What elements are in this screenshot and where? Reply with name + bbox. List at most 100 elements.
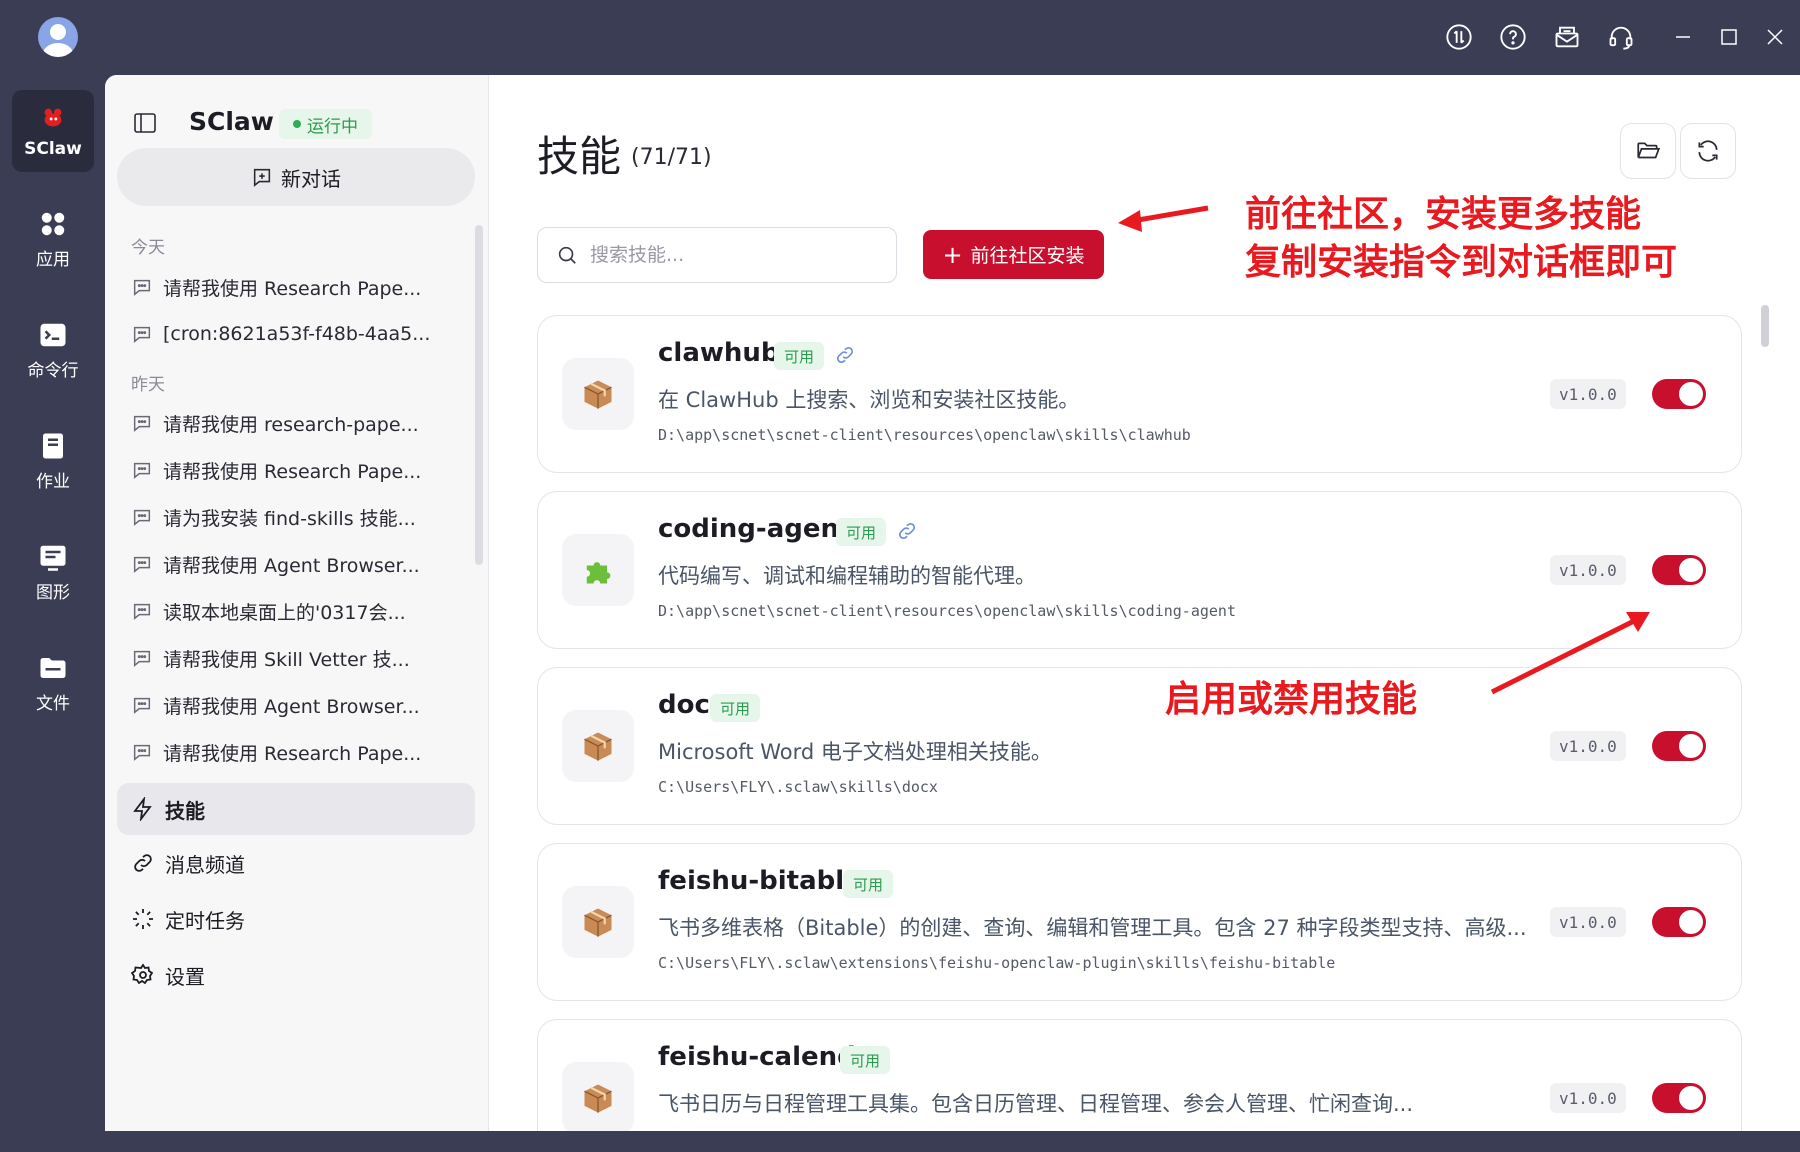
apps-icon bbox=[38, 209, 68, 239]
history-item-label: 请为我安装 find-skills 技能... bbox=[163, 507, 416, 530]
skill-card[interactable]: clawhub 可用在 ClawHub 上搜索、浏览和安装社区技能。 D:\app\… bbox=[537, 315, 1742, 473]
nav-item-settings[interactable]: 设置 bbox=[117, 949, 475, 1001]
nav-label: 消息频道 bbox=[165, 852, 245, 877]
link-icon bbox=[834, 344, 856, 366]
app-rail: SClaw 应用 命令行 作业 图形 文件 bbox=[0, 75, 105, 1152]
skill-card[interactable]: coding-agent 可用 代码编写、调试和编程辅助的智能代理。 D:\app\s… bbox=[537, 491, 1742, 649]
history-item-label: 读取本地桌面上的'0317会... bbox=[163, 601, 406, 624]
folder-open-icon bbox=[1637, 142, 1661, 159]
toggle-knob bbox=[1679, 1086, 1703, 1110]
maximize-button[interactable] bbox=[1714, 22, 1744, 52]
rail-item-jobs[interactable]: 作业 bbox=[12, 420, 94, 502]
package-icon bbox=[584, 380, 612, 409]
rail-item-graphics[interactable]: 图形 bbox=[12, 531, 94, 613]
chat-bubble-icon bbox=[133, 650, 151, 667]
skill-enable-toggle[interactable] bbox=[1652, 555, 1706, 585]
toggle-knob bbox=[1679, 558, 1703, 582]
history-item-label: 请帮我使用 research-pape... bbox=[163, 413, 419, 436]
link-icon bbox=[896, 520, 918, 542]
rail-item-files[interactable]: 文件 bbox=[12, 642, 94, 724]
skill-version: v1.0.0 bbox=[1550, 379, 1626, 409]
skill-enable-toggle[interactable] bbox=[1652, 1083, 1706, 1113]
history-item[interactable]: 请为我安装 find-skills 技能... bbox=[131, 497, 431, 537]
sidebar-scrollbar[interactable] bbox=[475, 225, 483, 565]
history-item[interactable]: 请帮我使用 Research Pape... bbox=[131, 450, 431, 490]
skill-version: v1.0.0 bbox=[1550, 907, 1626, 937]
search-input[interactable] bbox=[590, 244, 870, 266]
skill-status-badge: 可用 bbox=[774, 342, 825, 370]
skill-enable-toggle[interactable] bbox=[1652, 907, 1706, 937]
minimize-button[interactable] bbox=[1668, 22, 1698, 52]
history-item-label: 请帮我使用 Research Pape... bbox=[163, 460, 422, 483]
skill-name: clawhub bbox=[658, 338, 780, 368]
new-chat-icon bbox=[253, 168, 271, 187]
nav-item-skills[interactable]: 技能 bbox=[117, 783, 475, 835]
toggle-knob bbox=[1679, 910, 1703, 934]
package-icon bbox=[584, 1084, 612, 1113]
history-item[interactable]: 请帮我使用 Skill Vetter 技... bbox=[131, 638, 431, 678]
refresh-icon bbox=[1698, 140, 1718, 162]
new-chat-label: 新对话 bbox=[281, 166, 341, 191]
user-avatar[interactable] bbox=[38, 17, 78, 57]
nav-label: 技能 bbox=[165, 798, 205, 823]
chat-bubble-icon bbox=[133, 697, 151, 714]
sidebar-toggle-icon[interactable] bbox=[133, 111, 157, 135]
skill-version: v1.0.0 bbox=[1550, 731, 1626, 761]
skill-description: 飞书日历与日程管理工具集。包含日历管理、日程管理、参会人管理、忙闲查询... bbox=[658, 1092, 1414, 1116]
open-folder-button[interactable] bbox=[1620, 123, 1676, 179]
history-item[interactable]: 请帮我使用 Research Pape... bbox=[131, 732, 431, 772]
history-item-label: 请帮我使用 Agent Browser... bbox=[163, 695, 420, 718]
skill-icon bbox=[562, 710, 634, 782]
main-scrollbar[interactable] bbox=[1761, 305, 1769, 347]
history-item[interactable]: 读取本地桌面上的'0317会... bbox=[131, 591, 431, 631]
plus-icon: + bbox=[942, 240, 963, 269]
package-icon bbox=[584, 732, 612, 761]
mail-icon[interactable] bbox=[1552, 22, 1582, 52]
folder-icon bbox=[38, 653, 68, 683]
skill-card[interactable]: docx 可用 Microsoft Word 电子文档处理相关技能。 C:\Users… bbox=[537, 667, 1742, 825]
rail-label: 应用 bbox=[36, 249, 70, 270]
history-item[interactable]: 请帮我使用 research-pape... bbox=[131, 403, 431, 443]
refresh-button[interactable] bbox=[1680, 123, 1736, 179]
rail-label: 文件 bbox=[36, 693, 70, 714]
sort-icon[interactable] bbox=[1444, 22, 1474, 52]
search-field[interactable] bbox=[537, 227, 897, 283]
gear-icon bbox=[131, 963, 154, 985]
skill-icon bbox=[562, 358, 634, 430]
toggle-knob bbox=[1679, 382, 1703, 406]
skill-enable-toggle[interactable] bbox=[1652, 379, 1706, 409]
new-chat-button[interactable]: 新对话 bbox=[117, 148, 475, 206]
annotation-community-line1: 前往社区，安装更多技能 bbox=[1245, 194, 1642, 235]
skill-card[interactable]: feishu-calendar 可用 飞书日历与日程管理工具集。包含日历管理、日程管… bbox=[537, 1019, 1742, 1131]
skill-name: feishu-bitable bbox=[658, 866, 862, 896]
history-item-label: 请帮我使用 Skill Vetter 技... bbox=[163, 648, 410, 671]
help-icon[interactable] bbox=[1498, 22, 1528, 52]
skill-path: D:\app\scnet\scnet-client\resources\open… bbox=[658, 426, 1191, 444]
history-item-label: [cron:8621a53f-f48b-4aa5... bbox=[163, 323, 431, 345]
history-item[interactable]: [cron:8621a53f-f48b-4aa5... bbox=[131, 314, 431, 354]
history-item[interactable]: 请帮我使用 Research Pape... bbox=[131, 267, 431, 307]
rail-item-terminal[interactable]: 命令行 bbox=[12, 309, 94, 391]
skill-card[interactable]: feishu-bitable 可用 飞书多维表格（Bitable）的创建、查询、编辑… bbox=[537, 843, 1742, 1001]
nav-item-scheduled[interactable]: 定时任务 bbox=[117, 893, 475, 945]
headset-icon[interactable] bbox=[1606, 22, 1636, 52]
community-install-button[interactable]: + 前往社区安装 bbox=[923, 230, 1104, 279]
terminal-icon bbox=[38, 320, 68, 350]
history-item[interactable]: 请帮我使用 Agent Browser... bbox=[131, 544, 431, 584]
skill-path: D:\app\scnet\scnet-client\resources\open… bbox=[658, 602, 1236, 620]
rail-item-apps[interactable]: 应用 bbox=[12, 198, 94, 280]
rail-item-sclaw[interactable]: SClaw bbox=[12, 90, 94, 172]
nav-label: 定时任务 bbox=[165, 908, 245, 933]
title-bar bbox=[0, 0, 1800, 75]
nav-item-channels[interactable]: 消息频道 bbox=[117, 837, 475, 889]
annotation-toggle-note: 启用或禁用技能 bbox=[1165, 679, 1418, 720]
annotation-community-line2: 复制安装指令到对话框即可 bbox=[1245, 242, 1678, 283]
chat-bubble-icon bbox=[133, 326, 151, 343]
skill-status-badge: 可用 bbox=[710, 694, 761, 722]
page-title: 技能 bbox=[537, 132, 622, 181]
history-group-today: 今天 bbox=[131, 238, 165, 258]
history-item[interactable]: 请帮我使用 Agent Browser... bbox=[131, 685, 431, 725]
close-button[interactable] bbox=[1760, 22, 1790, 52]
skill-enable-toggle[interactable] bbox=[1652, 731, 1706, 761]
toggle-knob bbox=[1679, 734, 1703, 758]
